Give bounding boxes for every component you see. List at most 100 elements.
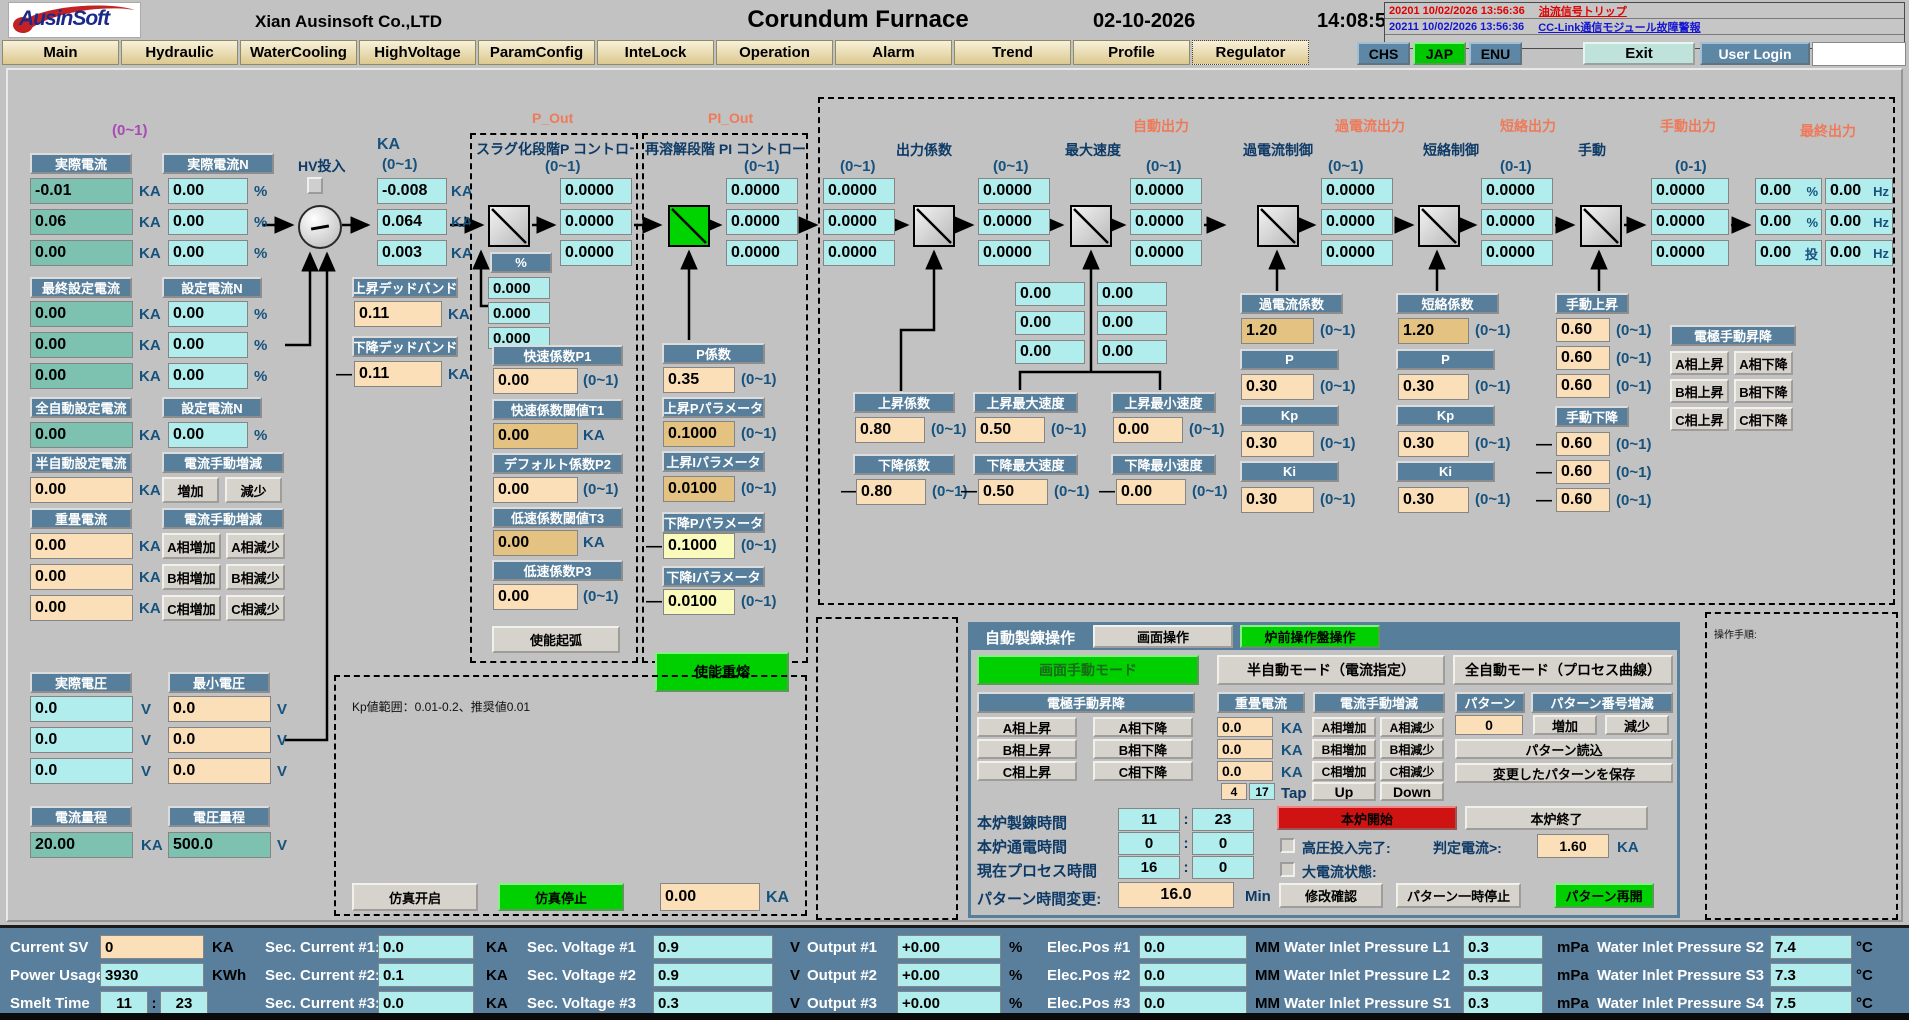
phase-b-decrease-button[interactable]: B相減少 xyxy=(226,564,285,590)
furnace-start-button[interactable]: 本炉開始 xyxy=(1277,806,1457,830)
pattern-resume-button[interactable]: パターン再開 xyxy=(1554,883,1654,908)
p-coef[interactable]: 0.35 xyxy=(663,367,735,393)
simulation-value[interactable]: 0.00 xyxy=(660,883,760,911)
phase-b-down-button[interactable]: B相下降 xyxy=(1093,739,1193,759)
fast-coef-p1[interactable]: 0.00 xyxy=(493,368,578,394)
phase-a-increase-button[interactable]: A相増加 xyxy=(1312,717,1376,737)
phase-a-decrease-button[interactable]: A相減少 xyxy=(226,533,285,559)
phase-a-increase-button[interactable]: A相増加 xyxy=(162,533,221,559)
phase-b-decrease-button[interactable]: B相減少 xyxy=(1380,739,1444,759)
simulation-start-button[interactable]: 仿真开启 xyxy=(352,883,478,911)
semi-auto-set-current[interactable]: 0.00 xyxy=(30,477,133,503)
big-current-checkbox[interactable] xyxy=(1280,862,1295,877)
overcurrent-p[interactable]: 0.30 xyxy=(1241,374,1314,400)
overlay-current-values[interactable]: 0.00 0.00 0.00 xyxy=(30,533,133,621)
phase-c-down-button[interactable]: C相下降 xyxy=(1093,761,1193,781)
simulation-stop-button[interactable]: 仿真停止 xyxy=(498,883,624,911)
manual-fall-values[interactable]: 0.60 0.60 0.60 xyxy=(1556,432,1610,512)
enable-arc-button[interactable]: 使能起弧 xyxy=(492,626,620,653)
short-kp[interactable]: 0.30 xyxy=(1398,431,1469,457)
overcurrent-kp[interactable]: 0.30 xyxy=(1241,431,1314,457)
phase-b-up-button[interactable]: B相上昇 xyxy=(1670,379,1729,403)
min-voltage-values[interactable]: 0.0 0.0 0.0 xyxy=(168,696,271,784)
fast-coef-threshold-t1[interactable]: 0.00 xyxy=(493,423,578,449)
value-field[interactable]: 0.00 xyxy=(30,595,133,621)
value-field[interactable]: 0.60 xyxy=(1556,318,1610,342)
screen-operation-button[interactable]: 画面操作 xyxy=(1093,625,1233,648)
phase-c-increase-button[interactable]: C相増加 xyxy=(162,595,221,621)
phase-c-down-button[interactable]: C相下降 xyxy=(1734,407,1793,431)
pattern-number[interactable]: 0 xyxy=(1455,715,1523,735)
phase-b-increase-button[interactable]: B相増加 xyxy=(162,564,221,590)
slow-coef-p3[interactable]: 0.00 xyxy=(493,584,578,610)
short-coef[interactable]: 1.20 xyxy=(1398,318,1469,344)
value-field[interactable]: 0.60 xyxy=(1556,346,1610,370)
fall-deadband[interactable]: 0.11 xyxy=(354,361,442,387)
hv-done-checkbox[interactable] xyxy=(1280,838,1295,853)
value-field[interactable]: 0.60 xyxy=(1556,432,1610,456)
phase-a-down-button[interactable]: A相下降 xyxy=(1734,351,1793,375)
overlay-a[interactable]: 0.0 xyxy=(1217,717,1273,737)
phase-a-decrease-button[interactable]: A相減少 xyxy=(1380,717,1444,737)
value-field[interactable]: 0.0 xyxy=(168,727,271,753)
phase-a-up-button[interactable]: A相上昇 xyxy=(1670,351,1729,375)
tap-up-button[interactable]: Up xyxy=(1312,782,1376,801)
phase-b-increase-button[interactable]: B相増加 xyxy=(1312,739,1376,759)
pattern-pause-button[interactable]: パターン一時停止 xyxy=(1396,883,1521,908)
value-field[interactable]: 0.60 xyxy=(1556,488,1610,512)
overcurrent-coef[interactable]: 1.20 xyxy=(1241,318,1314,344)
pattern-load-button[interactable]: パターン読込 xyxy=(1455,739,1673,759)
judge-current-value[interactable]: 1.60 xyxy=(1537,834,1609,858)
fall-max-speed[interactable]: 0.50 xyxy=(978,479,1048,505)
phase-c-decrease-button[interactable]: C相減少 xyxy=(226,595,285,621)
ratio-block xyxy=(913,205,955,247)
rise-coef[interactable]: 0.80 xyxy=(855,417,925,443)
value-field[interactable]: 0.00 xyxy=(30,564,133,590)
value-field[interactable]: 0.60 xyxy=(1556,374,1610,398)
rise-min-speed[interactable]: 0.00 xyxy=(1113,417,1183,443)
phase-b-up-button[interactable]: B相上昇 xyxy=(977,739,1077,759)
rise-i-param[interactable]: 0.0100 xyxy=(663,476,735,502)
phase-c-decrease-button[interactable]: C相減少 xyxy=(1380,761,1444,781)
phase-c-increase-button[interactable]: C相増加 xyxy=(1312,761,1376,781)
phase-c-up-button[interactable]: C相上昇 xyxy=(977,761,1077,781)
short-p[interactable]: 0.30 xyxy=(1398,374,1469,400)
phase-a-up-button[interactable]: A相上昇 xyxy=(977,717,1077,737)
tap-setpoint[interactable]: 4 xyxy=(1221,783,1247,800)
furnace-front-operation-button[interactable]: 炉前操作盤操作 xyxy=(1240,625,1380,648)
overlay-c[interactable]: 0.0 xyxy=(1217,761,1273,781)
default-coef-p2[interactable]: 0.00 xyxy=(493,477,578,503)
modify-confirm-button[interactable]: 修改確認 xyxy=(1279,883,1383,908)
value-field[interactable]: 0.0 xyxy=(168,758,271,784)
pattern-increase-button[interactable]: 増加 xyxy=(1533,715,1597,735)
overcurrent-ki[interactable]: 0.30 xyxy=(1241,487,1314,513)
value-field[interactable]: 0.0 xyxy=(168,696,271,722)
fall-p-param[interactable]: 0.1000 xyxy=(663,533,735,559)
manual-rise-values[interactable]: 0.60 0.60 0.60 xyxy=(1556,318,1610,398)
phase-c-up-button[interactable]: C相上昇 xyxy=(1670,407,1729,431)
phase-b-down-button[interactable]: B相下降 xyxy=(1734,379,1793,403)
semi-auto-mode-button[interactable]: 半自動モード（電流指定） xyxy=(1217,655,1445,685)
tap-down-button[interactable]: Down xyxy=(1380,782,1444,801)
slow-coef-threshold-t3[interactable]: 0.00 xyxy=(493,530,578,556)
overlay-b[interactable]: 0.0 xyxy=(1217,739,1273,759)
rise-deadband[interactable]: 0.11 xyxy=(354,301,442,327)
furnace-end-button[interactable]: 本炉終了 xyxy=(1465,806,1648,830)
increase-button[interactable]: 増加 xyxy=(162,477,219,503)
rise-p-param[interactable]: 0.1000 xyxy=(663,421,735,447)
fall-i-param[interactable]: 0.0100 xyxy=(663,589,735,615)
current-sv[interactable]: 0 xyxy=(100,935,204,959)
short-ki[interactable]: 0.30 xyxy=(1398,487,1469,513)
pattern-time-change[interactable]: 16.0 xyxy=(1118,882,1234,908)
value-field[interactable]: 0.60 xyxy=(1556,460,1610,484)
decrease-button[interactable]: 減少 xyxy=(225,477,282,503)
screen-manual-mode-button[interactable]: 画面手動モード xyxy=(977,655,1199,685)
pattern-save-button[interactable]: 変更したパターンを保存 xyxy=(1455,763,1673,783)
full-auto-mode-button[interactable]: 全自動モード（プロセス曲線） xyxy=(1453,655,1673,685)
phase-a-down-button[interactable]: A相下降 xyxy=(1093,717,1193,737)
fall-coef[interactable]: 0.80 xyxy=(856,479,926,505)
value-field[interactable]: 0.00 xyxy=(30,533,133,559)
fall-min-speed[interactable]: 0.00 xyxy=(1116,479,1186,505)
pattern-decrease-button[interactable]: 減少 xyxy=(1605,715,1669,735)
rise-max-speed[interactable]: 0.50 xyxy=(975,417,1045,443)
